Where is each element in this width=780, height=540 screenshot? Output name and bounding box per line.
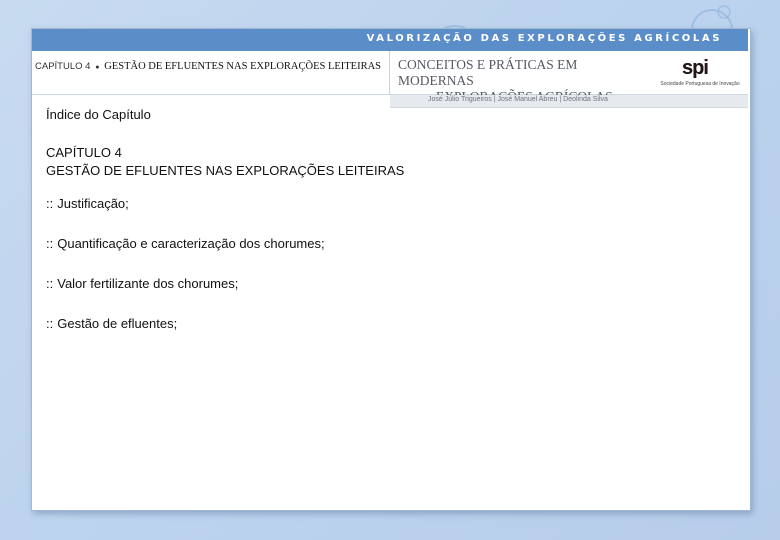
chapter-label: CAPÍTULO 4 — [46, 145, 122, 160]
header-band: VALORIZAÇÃO DAS EXPLORAÇÕES AGRÍCOLAS — [32, 29, 748, 51]
slide-page: VALORIZAÇÃO DAS EXPLORAÇÕES AGRÍCOLAS CA… — [31, 28, 751, 511]
chapter-index: Índice do Capítulo CAPÍTULO 4 GESTÃO DE … — [46, 107, 726, 331]
chapter-subtitle: GESTÃO DE EFLUENTES NAS EXPLORAÇÕES LEIT… — [46, 163, 405, 178]
index-item-label: Justificação; — [57, 196, 129, 211]
index-item: :: Gestão de efluentes; — [46, 316, 726, 331]
bullet-marker: :: — [46, 196, 54, 211]
index-item-label: Gestão de efluentes; — [57, 316, 178, 331]
index-item: :: Justificação; — [46, 196, 726, 211]
chapter-bullet: ● — [95, 64, 100, 71]
chapter-prefix: CAPÍTULO 4 — [35, 61, 91, 72]
chapter-heading: CAPÍTULO 4 GESTÃO DE EFLUENTES NAS EXPLO… — [46, 144, 726, 180]
band-title: VALORIZAÇÃO DAS EXPLORAÇÕES AGRÍCOLAS — [366, 33, 722, 44]
authors-line: José Júlio Trigueiros | José Manuel Abre… — [428, 96, 608, 103]
header-row: CAPÍTULO 4 ● GESTÃO DE EFLUENTES NAS EXP… — [32, 51, 748, 104]
chapter-header: CAPÍTULO 4 ● GESTÃO DE EFLUENTES NAS EXP… — [32, 51, 390, 94]
spi-logo-mark: spi — [682, 57, 709, 79]
chapter-header-title: GESTÃO DE EFLUENTES NAS EXPLORAÇÕES LEIT… — [104, 61, 382, 72]
bullet-marker: :: — [46, 276, 54, 291]
index-item: :: Quantificação e caracterização dos cho… — [46, 236, 726, 251]
bullet-marker: :: — [46, 236, 54, 251]
index-list: :: Justificação; :: Quantificação e caract… — [46, 196, 726, 331]
book-title-line1: CONCEITOS E PRÁTICAS EM MODERNAS — [398, 57, 578, 88]
spi-logo: spi Sociedade Portuguesa de Inovação — [656, 57, 744, 91]
index-item-label: Valor fertilizante dos chorumes; — [57, 276, 239, 291]
index-item: :: Valor fertilizante dos chorumes; — [46, 276, 726, 291]
bullet-marker: :: — [46, 316, 54, 331]
index-item-label: Quantificação e caracterização dos choru… — [57, 236, 325, 251]
spi-logo-caption: Sociedade Portuguesa de Inovação — [660, 81, 740, 87]
index-title: Índice do Capítulo — [46, 107, 151, 122]
